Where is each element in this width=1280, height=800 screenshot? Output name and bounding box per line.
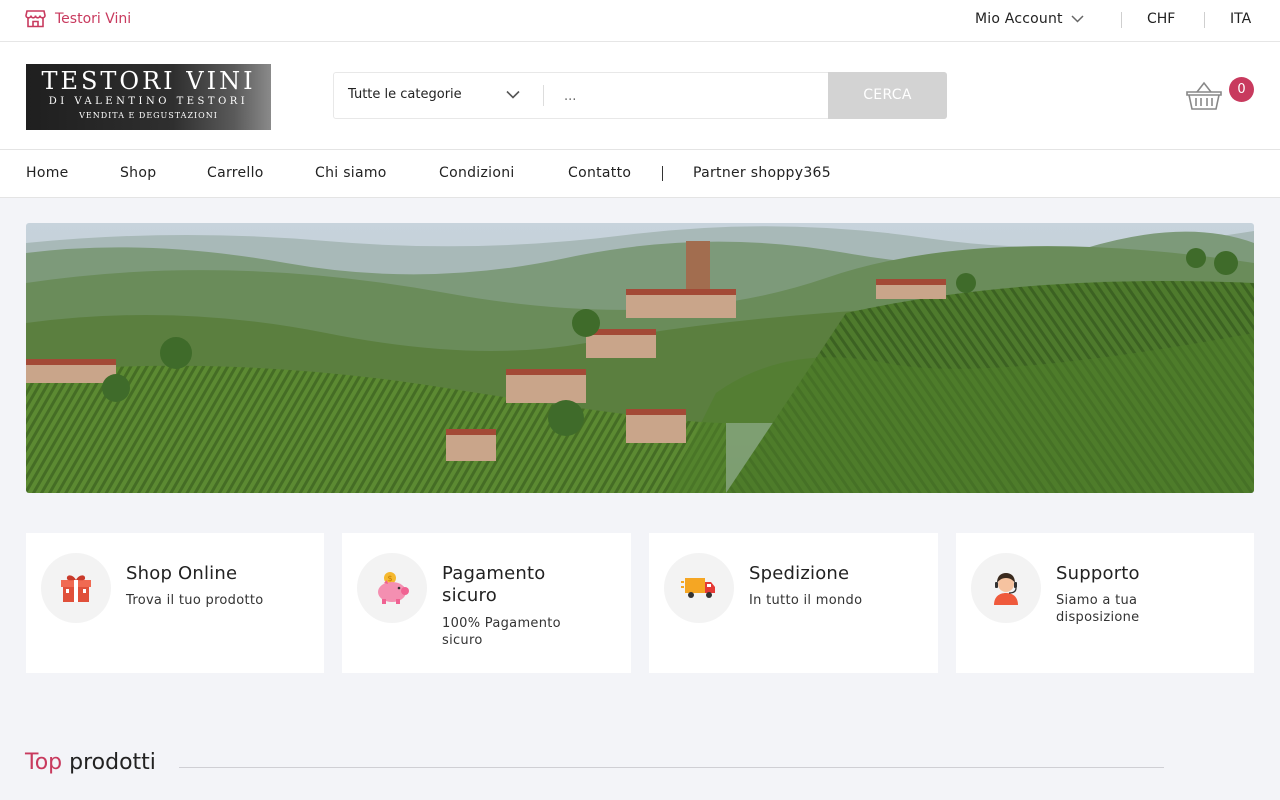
feature-icon-circle xyxy=(41,553,111,623)
feature-icon-circle xyxy=(971,553,1041,623)
svg-text:$: $ xyxy=(387,574,392,583)
nav-item-about[interactable]: Chi siamo xyxy=(315,165,387,181)
section-title-top-products: Top prodotti xyxy=(25,750,156,775)
section-title-accent: Top xyxy=(25,750,63,775)
feature-subtitle: Siamo a tua disposizione xyxy=(1056,593,1140,625)
separator xyxy=(1204,12,1205,28)
chevron-down-icon xyxy=(1071,15,1084,23)
header: TESTORI VINI DI VALENTINO TESTORI VENDIT… xyxy=(0,42,1280,150)
gift-icon xyxy=(61,575,91,602)
nav-item-contact[interactable]: Contatto xyxy=(568,165,631,181)
nav-item-partner[interactable]: Partner shoppy365 xyxy=(693,165,831,181)
nav-item-cart[interactable]: Carrello xyxy=(207,165,264,181)
language-selector[interactable]: ITA xyxy=(1230,11,1251,27)
section-title-rest: prodotti xyxy=(69,750,156,775)
logo-line-1: TESTORI VINI xyxy=(41,67,256,95)
feature-subtitle: Trova il tuo prodotto xyxy=(126,593,264,608)
top-bar: Testori Vini Mio Account CHF ITA xyxy=(0,0,1280,42)
logo-line-2: DI VALENTINO TESTORI xyxy=(48,96,249,107)
site-logo[interactable]: TESTORI VINI DI VALENTINO TESTORI VENDIT… xyxy=(26,64,271,130)
chevron-down-icon[interactable] xyxy=(506,90,520,99)
feature-card-secure-payment: $ Pagamento sicuro 100% Pagamento sicuro xyxy=(342,533,631,673)
hero-banner[interactable] xyxy=(26,223,1254,493)
feature-subtitle: 100% Pagamento sicuro xyxy=(442,616,561,648)
feature-title: Supporto xyxy=(1056,563,1140,584)
feature-title: Spedizione xyxy=(749,563,850,584)
nav-item-home[interactable]: Home xyxy=(26,165,69,181)
feature-card-support: Supporto Siamo a tua disposizione xyxy=(956,533,1254,673)
account-menu[interactable]: Mio Account xyxy=(975,11,1084,27)
support-agent-icon xyxy=(994,573,1018,605)
account-label: Mio Account xyxy=(975,11,1063,27)
main-nav: Home Shop Carrello Chi siamo Condizioni … xyxy=(0,150,1280,198)
feature-card-shipping: Spedizione In tutto il mondo xyxy=(649,533,938,673)
store-link[interactable]: Testori Vini xyxy=(25,9,131,28)
nav-item-conditions[interactable]: Condizioni xyxy=(439,165,515,181)
logo-line-3: VENDITA E DEGUSTAZIONI xyxy=(79,111,218,120)
cart-count-badge[interactable]: 0 xyxy=(1229,77,1254,102)
feature-card-shop-online: Shop Online Trova il tuo prodotto xyxy=(26,533,324,673)
section-divider xyxy=(179,767,1164,768)
separator xyxy=(1121,12,1122,28)
nav-separator xyxy=(662,166,663,181)
delivery-truck-icon xyxy=(681,578,715,598)
nav-item-shop[interactable]: Shop xyxy=(120,165,156,181)
search-button[interactable]: CERCA xyxy=(828,72,947,119)
shopping-basket-icon[interactable] xyxy=(1185,80,1223,112)
currency-selector[interactable]: CHF xyxy=(1147,11,1175,27)
feature-icon-circle: $ xyxy=(357,553,427,623)
piggy-bank-icon: $ xyxy=(378,572,409,604)
search-input[interactable] xyxy=(564,83,824,109)
feature-subtitle: In tutto il mondo xyxy=(749,593,863,608)
feature-icon-circle xyxy=(664,553,734,623)
vineyard-landscape-image xyxy=(26,223,1254,493)
feature-title: Shop Online xyxy=(126,563,238,584)
store-name: Testori Vini xyxy=(55,10,132,27)
feature-title: Pagamento sicuro xyxy=(442,563,546,606)
search-divider xyxy=(543,85,544,106)
store-icon xyxy=(25,10,46,28)
category-select[interactable]: Tutte le categorie xyxy=(348,87,462,102)
search-bar: Tutte le categorie CERCA xyxy=(333,72,947,119)
